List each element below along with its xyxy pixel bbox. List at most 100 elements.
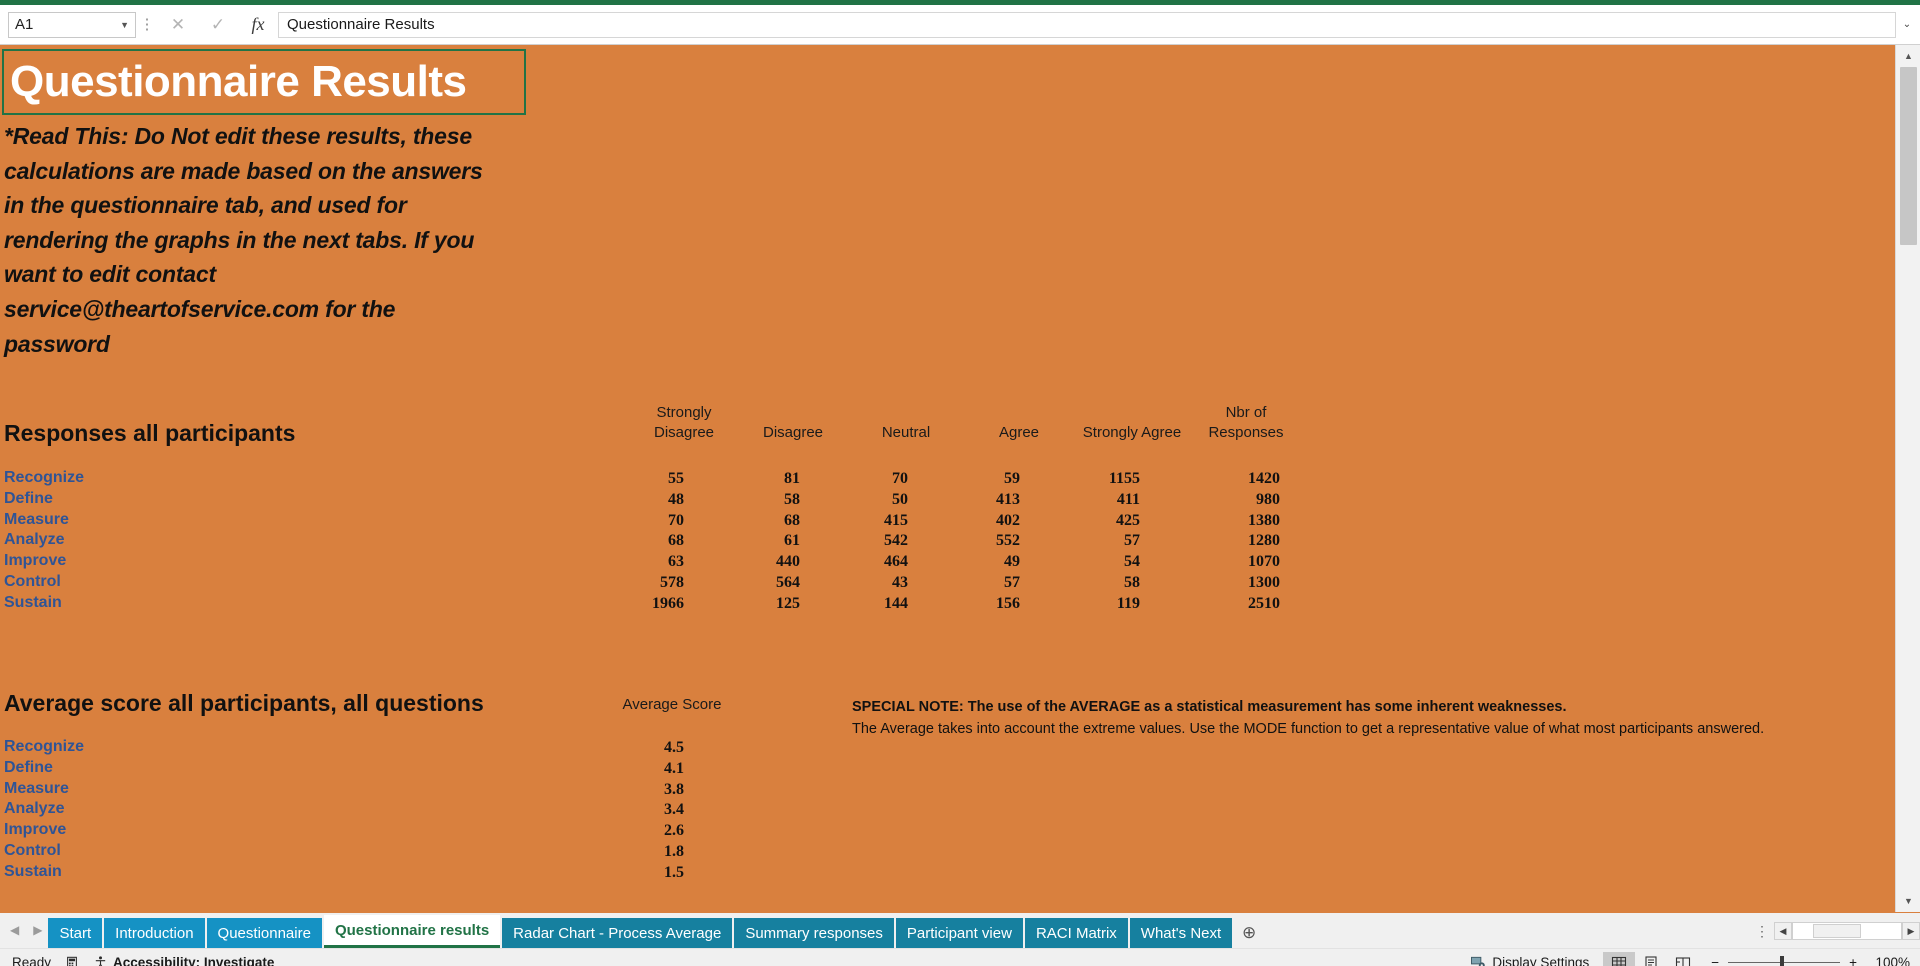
table-cell-value: 1155 — [1108, 470, 1140, 487]
table-cell-value: 440 — [776, 553, 800, 571]
worksheet-grid[interactable]: Questionnaire Results *Read This: Do Not… — [0, 45, 1895, 912]
formula-input-value: Questionnaire Results — [287, 16, 435, 33]
table-cell-value: 415 — [884, 511, 908, 529]
chevron-down-icon[interactable]: ▼ — [120, 20, 129, 30]
sheet-tab-participant-view[interactable]: Participant view — [895, 918, 1023, 948]
zoom-control[interactable]: − + 100% — [1711, 955, 1910, 966]
average-section-heading: Average score all participants, all ques… — [4, 690, 484, 716]
display-settings-button[interactable]: Display Settings — [1470, 955, 1589, 966]
average-row-label: Improve — [4, 821, 67, 839]
average-cell-value: 4.5 — [664, 739, 684, 756]
normal-view-button[interactable] — [1603, 951, 1636, 966]
sheet-tab-questionnaire-results[interactable]: Questionnaire results — [323, 915, 501, 948]
table-cell-value: 70 — [892, 470, 908, 487]
table-cell-value: 48 — [668, 490, 684, 508]
table-cell-value: 413 — [996, 490, 1020, 508]
table-row-label: Improve — [4, 552, 67, 570]
formula-input[interactable]: Questionnaire Results — [278, 11, 1896, 38]
table-cell-value: 1070 — [1248, 553, 1280, 571]
table-cell-value: 50 — [892, 490, 908, 508]
hscroll-left-icon[interactable]: ◀ — [1774, 922, 1792, 940]
scroll-up-icon[interactable]: ▲ — [1896, 45, 1920, 67]
average-score-header: Average Score — [622, 696, 722, 713]
table-cell-value: 81 — [784, 470, 800, 487]
horizontal-scrollbar[interactable]: ◀ ▶ — [1774, 922, 1920, 940]
table-cell-value: 1280 — [1248, 532, 1280, 550]
name-box-value: A1 — [15, 16, 34, 33]
page-layout-view-button[interactable] — [1635, 952, 1667, 966]
table-row-label: Measure — [4, 510, 69, 528]
average-cell-value: 1.5 — [664, 863, 684, 881]
name-box[interactable]: A1 ▼ — [8, 11, 136, 38]
sheet-tab-what-s-next[interactable]: What's Next — [1129, 918, 1233, 948]
sheet-tab-raci-matrix[interactable]: RACI Matrix — [1024, 918, 1128, 948]
table-row-label: Sustain — [4, 593, 62, 611]
table-cell-value: 552 — [996, 532, 1020, 550]
display-settings-label: Display Settings — [1492, 955, 1590, 966]
table-cell-value: 68 — [784, 511, 800, 529]
more-options-icon[interactable]: ⋮ — [136, 17, 158, 32]
zoom-out-button[interactable]: − — [1711, 955, 1719, 966]
chevron-down-icon[interactable]: ⌄ — [1896, 12, 1918, 38]
table-row-label: Analyze — [4, 531, 65, 549]
record-macro-icon[interactable] — [65, 956, 79, 966]
accessibility-status[interactable]: Accessibility: Investigate — [93, 955, 274, 966]
fx-icon[interactable]: fx — [238, 11, 278, 39]
table-cell-value: 63 — [668, 553, 684, 571]
average-cell-value: 1.8 — [664, 843, 684, 860]
status-bar: Ready Accessibility: Investigate Display… — [0, 948, 1920, 966]
sheet-tab-bar: ◀ ▶ Start Introduction Questionnaire Questi… — [0, 912, 1920, 948]
average-cell-value: 4.1 — [664, 759, 684, 777]
accessibility-icon — [95, 956, 106, 966]
tab-nav-prev-icon[interactable]: ◀ — [10, 923, 19, 937]
hscroll-right-icon[interactable]: ▶ — [1902, 922, 1920, 940]
table-cell-value: 58 — [784, 490, 800, 508]
table-cell-value: 425 — [1116, 511, 1140, 529]
page-layout-icon — [1645, 955, 1657, 966]
table-cell-value: 57 — [1004, 574, 1020, 591]
page-title: Questionnaire Results — [10, 57, 467, 106]
add-sheet-button[interactable]: ⊕ — [1232, 918, 1266, 948]
average-row-label: Control — [4, 842, 61, 859]
sheet-tab-introduction[interactable]: Introduction — [104, 918, 205, 948]
formula-bar: A1 ▼ ⋮ ✕ ✓ fx Questionnaire Results ⌄ — [0, 5, 1920, 45]
average-cell-value: 2.6 — [664, 822, 684, 840]
vertical-scrollbar[interactable]: ▲ ▼ — [1895, 45, 1920, 912]
average-cell-value: 3.4 — [664, 801, 684, 819]
page-break-view-icon — [1676, 956, 1691, 966]
check-icon[interactable]: ✓ — [198, 11, 238, 39]
scroll-down-icon[interactable]: ▼ — [1896, 890, 1920, 912]
table-cell-value: 156 — [996, 594, 1020, 612]
hscroll-track[interactable] — [1792, 922, 1902, 940]
zoom-in-button[interactable]: + — [1849, 955, 1857, 966]
table-cell-value: 1966 — [652, 594, 684, 612]
cell-a1-selected[interactable]: Questionnaire Results — [2, 49, 526, 115]
tab-nav-arrows[interactable]: ◀ ▶ — [0, 912, 48, 948]
tab-bar-right-controls: ⋮ ◀ ▶ — [1750, 915, 1920, 947]
vertical-scroll-thumb[interactable] — [1900, 67, 1917, 245]
tab-nav-next-icon[interactable]: ▶ — [33, 923, 42, 937]
table-cell-value: 49 — [1004, 553, 1020, 571]
display-settings-icon — [1471, 956, 1486, 966]
table-cell-value: 59 — [1004, 470, 1020, 487]
status-ready-label: Ready — [12, 955, 52, 966]
sheet-tab-radar-chart-process-average[interactable]: Radar Chart - Process Average — [502, 918, 733, 948]
sheet-area: Questionnaire Results *Read This: Do Not… — [0, 45, 1920, 912]
page-break-view-button[interactable] — [1667, 952, 1699, 966]
table-cell-value: 2510 — [1248, 594, 1280, 612]
average-row-label: Sustain — [4, 862, 62, 880]
table-cell-value: 1420 — [1248, 470, 1280, 487]
hscroll-thumb[interactable] — [1813, 924, 1861, 938]
table-cell-value: 68 — [668, 532, 684, 550]
zoom-level-label[interactable]: 100% — [1866, 955, 1910, 966]
sheet-tab-questionnaire[interactable]: Questionnaire — [206, 918, 322, 948]
more-options-icon[interactable]: ⋮ — [1750, 923, 1774, 940]
zoom-slider[interactable] — [1728, 956, 1841, 966]
close-icon[interactable]: ✕ — [158, 11, 198, 39]
table-cell-value: 464 — [884, 553, 908, 571]
sheet-tab-summary-responses[interactable]: Summary responses — [734, 918, 894, 948]
table-cell-value: 542 — [884, 532, 908, 550]
table-cell-value: 411 — [1116, 490, 1140, 508]
zoom-slider-knob[interactable] — [1780, 956, 1785, 966]
sheet-tab-start[interactable]: Start — [48, 918, 103, 948]
